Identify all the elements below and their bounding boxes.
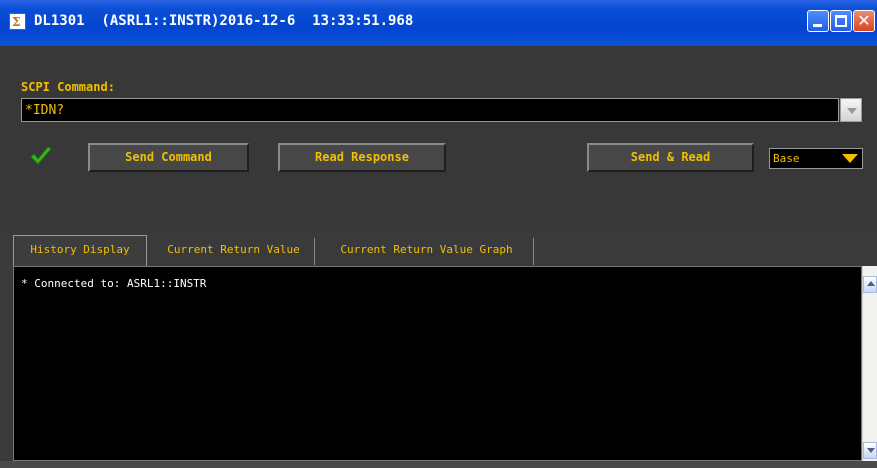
app-window: Σ DL1301 (ASRL1::INSTR)2016-12-6 13:33:5… — [0, 0, 877, 468]
window-title: DL1301 (ASRL1::INSTR)2016-12-6 13:33:51.… — [34, 13, 414, 29]
minimize-button[interactable] — [807, 10, 829, 32]
send-command-button[interactable]: Send Command — [88, 143, 249, 172]
command-history-dropdown[interactable] — [840, 98, 862, 122]
minimize-icon — [813, 24, 822, 27]
scroll-up-button[interactable] — [863, 276, 877, 293]
title-bar[interactable]: Σ DL1301 (ASRL1::INSTR)2016-12-6 13:33:5… — [0, 0, 877, 46]
sigma-icon: Σ — [9, 13, 26, 30]
chevron-down-icon — [842, 154, 858, 163]
scpi-command-label: SCPI Command: — [21, 80, 115, 94]
checkmark-icon — [30, 146, 52, 165]
chevron-down-icon — [867, 448, 875, 453]
close-icon: ✕ — [857, 11, 871, 30]
history-display[interactable]: * Connected to: ASRL1::INSTR — [13, 266, 862, 461]
history-log-line: * Connected to: ASRL1::INSTR — [21, 277, 207, 290]
chevron-down-icon — [847, 108, 857, 114]
maximize-icon — [835, 15, 847, 27]
tab-current-return-value[interactable]: Current Return Value — [153, 238, 315, 265]
send-and-read-button[interactable]: Send & Read — [587, 143, 754, 172]
close-button[interactable]: ✕ — [853, 10, 875, 32]
vertical-scrollbar[interactable] — [862, 266, 877, 461]
tab-history-display[interactable]: History Display — [13, 235, 147, 266]
command-panel — [0, 46, 877, 232]
scpi-command-input[interactable]: *IDN? — [21, 98, 839, 122]
tab-current-return-value-graph[interactable]: Current Return Value Graph — [320, 238, 534, 265]
scroll-down-button[interactable] — [863, 442, 877, 459]
chevron-up-icon — [867, 281, 875, 286]
base-select-value: Base — [773, 152, 800, 165]
maximize-button[interactable] — [830, 10, 852, 32]
base-select[interactable]: Base — [769, 148, 863, 169]
window-bottom-border — [0, 461, 877, 468]
read-response-button[interactable]: Read Response — [278, 143, 446, 172]
